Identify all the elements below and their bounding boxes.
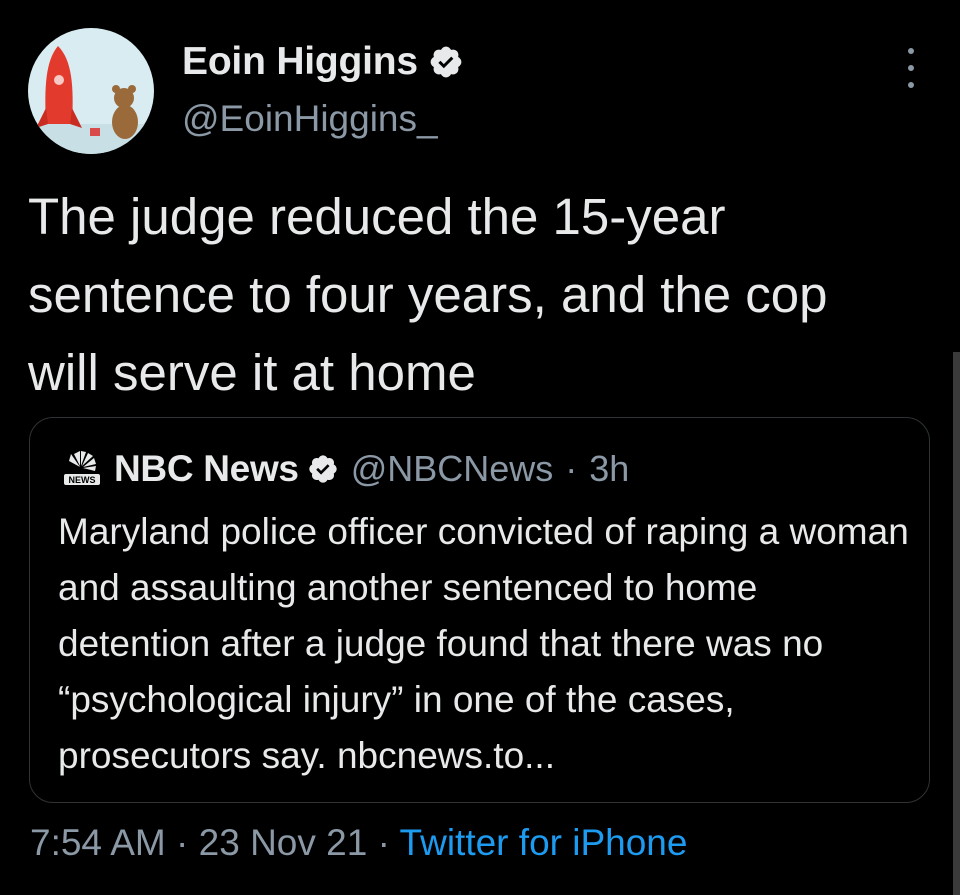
quoted-author-name[interactable]: NBC News [114,448,299,490]
footer-separator: · [165,822,199,863]
verified-badge-icon [428,44,464,80]
tweet-footer: 7:54 AM · 23 Nov 21 · Twitter for iPhone [30,822,687,864]
author-display-name[interactable]: Eoin Higgins [182,40,418,84]
more-dot [908,48,914,54]
tweet-text: The judge reduced the 15-year sentence t… [28,188,828,401]
tweet-time[interactable]: 7:54 AM [30,822,166,863]
svg-text:NEWS: NEWS [69,475,96,485]
author-name-row[interactable]: Eoin Higgins [182,40,464,84]
author-handle[interactable]: @EoinHiggins_ [182,98,438,140]
more-dot [908,65,914,71]
tweet: Eoin Higgins @EoinHiggins_ The judge red… [0,0,960,895]
quoted-tweet-age: 3h [589,448,630,489]
tweet-date[interactable]: 23 Nov 21 [199,822,368,863]
footer-separator: · [367,822,400,863]
scrollbar[interactable] [953,352,960,895]
quoted-tweet-header: NEWS NBC News @NBCNews · 3h [58,448,629,490]
quoted-separator: · [565,448,578,489]
tweet-source-link[interactable]: Twitter for iPhone [400,822,688,863]
nbc-peacock-logo-icon: NEWS [58,449,106,489]
quoted-tweet-card[interactable]: NEWS NBC News @NBCNews · 3h Maryland pol… [29,417,930,803]
avatar[interactable] [28,28,154,154]
verified-badge-icon [307,453,339,485]
quoted-author-handle[interactable]: @NBCNews [351,448,554,490]
more-options-icon[interactable] [899,48,923,88]
quoted-tweet-text: Maryland police officer convicted of rap… [58,511,909,776]
more-dot [908,82,914,88]
